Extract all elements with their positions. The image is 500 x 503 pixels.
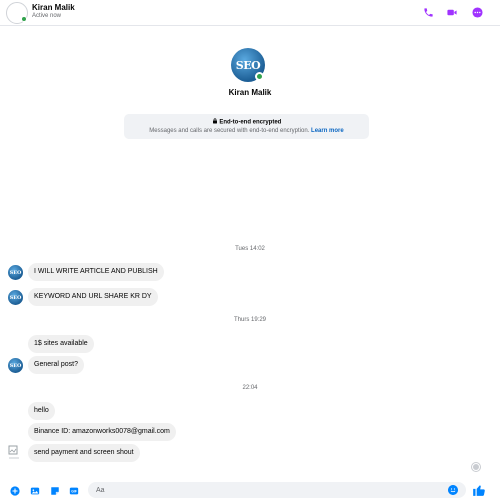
phone-icon bbox=[423, 7, 433, 17]
add-icon[interactable] bbox=[10, 486, 20, 496]
emoji-icon[interactable] bbox=[448, 485, 458, 495]
encryption-title: End-to-end encrypted bbox=[124, 118, 369, 126]
sender-avatar[interactable]: SEO bbox=[8, 265, 23, 280]
broken-image-icon bbox=[8, 445, 19, 459]
photo-icon[interactable] bbox=[30, 486, 40, 496]
message-bubble[interactable]: General post? bbox=[28, 356, 84, 374]
audio-call-button[interactable] bbox=[421, 5, 435, 19]
message-bubble[interactable]: I WILL WRITE ARTICLE AND PUBLISH bbox=[28, 263, 164, 281]
online-indicator bbox=[21, 16, 27, 22]
sender-avatar-broken-image bbox=[8, 445, 20, 461]
encryption-text: Messages and calls are secured with end-… bbox=[149, 127, 310, 134]
video-call-button[interactable] bbox=[445, 5, 459, 19]
timestamp: Thurs 19:29 bbox=[233, 317, 267, 323]
conversation-header: Kiran Malik Active now bbox=[0, 0, 500, 26]
like-thumbs-up-icon[interactable] bbox=[472, 483, 486, 497]
encryption-notice: End-to-end encrypted Messages and calls … bbox=[124, 114, 369, 139]
svg-text:GIF: GIF bbox=[71, 489, 77, 493]
message-bubble[interactable]: Binance ID: amazonworks0078@gmail.com bbox=[28, 423, 176, 441]
message-bubble[interactable]: KEYWORD AND URL SHARE KR DY bbox=[28, 288, 158, 306]
contact-name[interactable]: Kiran Malik bbox=[32, 3, 75, 12]
encryption-description: Messages and calls are secured with end-… bbox=[124, 128, 369, 134]
gif-icon[interactable]: GIF bbox=[69, 486, 79, 496]
encryption-title-text: End-to-end encrypted bbox=[219, 119, 282, 126]
online-indicator bbox=[255, 72, 264, 81]
conversation-info-button[interactable] bbox=[470, 5, 484, 19]
timestamp: Tues 14:02 bbox=[235, 246, 265, 252]
message-input[interactable] bbox=[88, 482, 466, 498]
sticker-icon[interactable] bbox=[50, 486, 60, 496]
more-options-icon bbox=[471, 6, 483, 18]
learn-more-link[interactable]: Learn more bbox=[311, 128, 344, 134]
sender-avatar[interactable]: SEO bbox=[8, 290, 23, 305]
message-bubble[interactable]: hello bbox=[28, 402, 55, 420]
video-camera-icon bbox=[447, 9, 457, 15]
seen-indicator-avatar bbox=[472, 463, 480, 471]
sender-avatar[interactable]: SEO bbox=[8, 358, 23, 373]
message-bubble[interactable]: send payment and screen shout bbox=[28, 444, 140, 462]
profile-name: Kiran Malik bbox=[228, 88, 272, 97]
contact-status: Active now bbox=[32, 13, 62, 19]
message-bubble[interactable]: 1$ sites available bbox=[28, 335, 94, 353]
lock-icon bbox=[212, 118, 217, 124]
timestamp: 22:04 bbox=[242, 385, 258, 391]
